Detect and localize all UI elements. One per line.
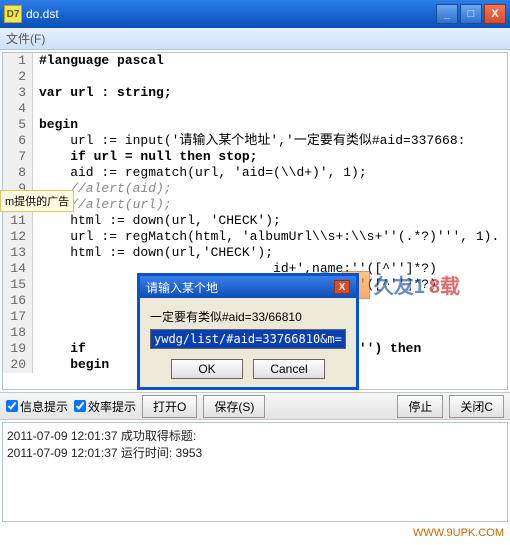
- input-dialog: 请输入某个地 X 一定要有类似#aid=33/66810 OK Cancel: [137, 273, 359, 390]
- line-number: 13: [3, 245, 33, 261]
- code-text: html := down(url,'CHECK');: [33, 245, 273, 261]
- dialog-titlebar: 请输入某个地 X: [140, 276, 356, 298]
- close-button[interactable]: X: [484, 4, 506, 24]
- code-text: [33, 101, 39, 117]
- dialog-close-icon[interactable]: X: [334, 280, 350, 294]
- code-text: #language pascal: [33, 53, 164, 69]
- code-line[interactable]: 9 //alert(aid);: [3, 181, 507, 197]
- ad-badge: m提供的广告: [0, 190, 74, 212]
- code-line[interactable]: 5begin: [3, 117, 507, 133]
- maximize-button[interactable]: □: [460, 4, 482, 24]
- dialog-input[interactable]: [150, 329, 346, 349]
- footer-url: WWW.9UPK.COM: [413, 527, 504, 539]
- line-number: 4: [3, 101, 33, 117]
- window-titlebar: D7 do.dst _ □ X: [0, 0, 510, 28]
- line-number: 6: [3, 133, 33, 149]
- code-text: [33, 325, 39, 341]
- code-line[interactable]: 1#language pascal: [3, 53, 507, 69]
- code-line[interactable]: 11 html := down(url, 'CHECK');: [3, 213, 507, 229]
- code-text: [33, 293, 39, 309]
- line-number: 11: [3, 213, 33, 229]
- menu-bar: 文件(F): [0, 28, 510, 50]
- checkbox-info-input[interactable]: [6, 400, 18, 412]
- close-window-button[interactable]: 关闭C: [449, 395, 504, 418]
- checkbox-efficiency[interactable]: 效率提示: [74, 398, 136, 415]
- code-text: if url = null then stop;: [33, 149, 257, 165]
- code-text: url := input('请输入某个地址','一定要有类似#aid=33766…: [33, 133, 465, 149]
- save-button[interactable]: 保存(S): [203, 395, 265, 418]
- log-line: 2011-07-09 12:01:37 运行时间: 3953: [7, 444, 503, 461]
- line-number: 8: [3, 165, 33, 181]
- line-number: 17: [3, 309, 33, 325]
- code-line[interactable]: 7 if url = null then stop;: [3, 149, 507, 165]
- checkbox-info[interactable]: 信息提示: [6, 398, 68, 415]
- code-text: [33, 69, 39, 85]
- code-line[interactable]: 10 //alert(url);: [3, 197, 507, 213]
- open-button[interactable]: 打开O: [142, 395, 197, 418]
- line-number: 12: [3, 229, 33, 245]
- code-line[interactable]: 3var url : string;: [3, 85, 507, 101]
- line-number: 18: [3, 325, 33, 341]
- code-text: html := down(url, 'CHECK');: [33, 213, 281, 229]
- code-line[interactable]: 12 url := regMatch(html, 'albumUrl\\s+:\…: [3, 229, 507, 245]
- window-controls: _ □ X: [436, 4, 506, 24]
- menu-file[interactable]: 文件(F): [6, 30, 45, 47]
- line-number: 20: [3, 357, 33, 373]
- code-line[interactable]: 4: [3, 101, 507, 117]
- cancel-button[interactable]: Cancel: [253, 359, 325, 379]
- code-text: aid := regmatch(url, 'aid=(\\d+)', 1);: [33, 165, 367, 181]
- log-line: 2011-07-09 12:01:37 成功取得标题:: [7, 427, 503, 444]
- window-title: do.dst: [26, 7, 436, 21]
- line-number: 14: [3, 261, 33, 277]
- line-number: 5: [3, 117, 33, 133]
- ok-button[interactable]: OK: [171, 359, 243, 379]
- log-panel[interactable]: 2011-07-09 12:01:37 成功取得标题: 2011-07-09 1…: [2, 422, 508, 522]
- code-text: begin: [33, 117, 78, 133]
- line-number: 16: [3, 293, 33, 309]
- code-line[interactable]: 13 html := down(url,'CHECK');: [3, 245, 507, 261]
- dialog-label: 一定要有类似#aid=33/66810: [150, 308, 346, 325]
- line-number: 3: [3, 85, 33, 101]
- code-text: var url : string;: [33, 85, 172, 101]
- code-text: url := regMatch(html, 'albumUrl\\s+:\\s+…: [33, 229, 499, 245]
- line-number: 7: [3, 149, 33, 165]
- toolbar: 信息提示 效率提示 打开O 保存(S) 停止 关闭C: [0, 392, 510, 420]
- code-line[interactable]: 8 aid := regmatch(url, 'aid=(\\d+)', 1);: [3, 165, 507, 181]
- code-text: begin: [33, 357, 109, 373]
- stop-button[interactable]: 停止: [397, 395, 443, 418]
- dialog-title: 请输入某个地: [146, 279, 218, 296]
- line-number: 1: [3, 53, 33, 69]
- line-number: 15: [3, 277, 33, 293]
- code-text: [33, 309, 39, 325]
- app-icon: D7: [4, 5, 22, 23]
- code-line[interactable]: 2: [3, 69, 507, 85]
- line-number: 2: [3, 69, 33, 85]
- checkbox-eff-input[interactable]: [74, 400, 86, 412]
- minimize-button[interactable]: _: [436, 4, 458, 24]
- code-line[interactable]: 6 url := input('请输入某个地址','一定要有类似#aid=337…: [3, 133, 507, 149]
- line-number: 19: [3, 341, 33, 357]
